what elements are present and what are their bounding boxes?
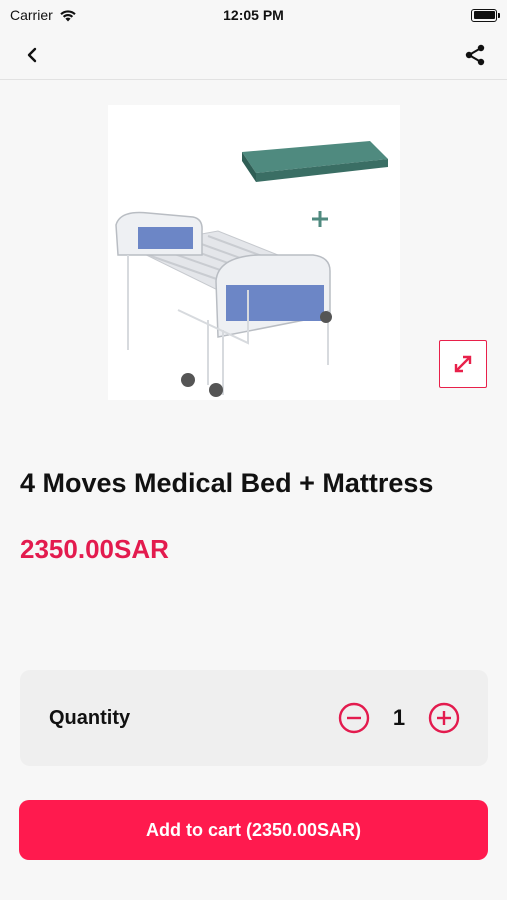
quantity-value: 1 bbox=[392, 705, 406, 730]
share-button[interactable] bbox=[461, 41, 489, 69]
battery-level bbox=[473, 11, 495, 19]
increase-quantity-button[interactable] bbox=[428, 702, 460, 734]
minus-circle-icon bbox=[338, 702, 370, 734]
product-image[interactable] bbox=[108, 105, 400, 400]
status-time: 12:05 PM bbox=[223, 7, 284, 23]
status-bar: Carrier 12:05 PM bbox=[0, 0, 507, 30]
decrease-quantity-button[interactable] bbox=[338, 702, 370, 734]
add-to-cart-button[interactable]: Add to cart (2350.00SAR) bbox=[19, 800, 488, 860]
quantity-label: Quantity bbox=[49, 706, 131, 729]
expand-image-button[interactable] bbox=[439, 340, 487, 388]
quantity-stepper: 1 bbox=[338, 702, 460, 734]
share-icon bbox=[465, 44, 485, 65]
battery-icon bbox=[471, 8, 500, 22]
expand-arrows-icon bbox=[454, 355, 472, 373]
back-chevron-icon bbox=[27, 47, 37, 62]
quantity-card: Quantity 1 bbox=[20, 670, 488, 766]
nav-bar bbox=[0, 30, 507, 80]
medical-bed-photo bbox=[115, 141, 388, 397]
product-price: 2350.00SAR bbox=[20, 534, 169, 564]
back-button[interactable] bbox=[18, 41, 46, 69]
plus-circle-icon bbox=[428, 702, 460, 734]
product-title: 4 Moves Medical Bed + Mattress bbox=[20, 468, 434, 498]
